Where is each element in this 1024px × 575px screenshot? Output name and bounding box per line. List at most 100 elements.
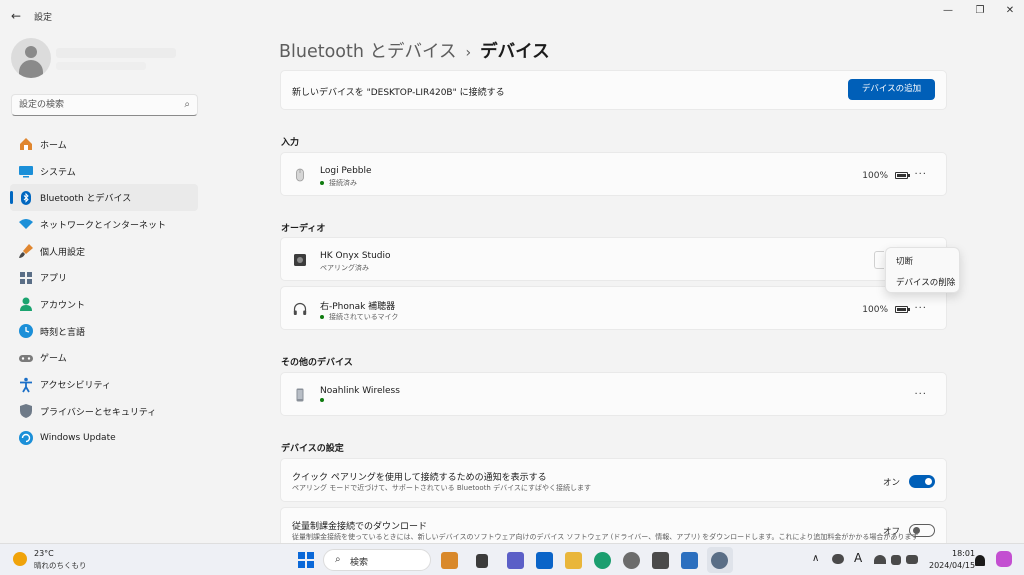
sidebar-item-privacy[interactable]: プライバシーとセキュリティ: [10, 398, 198, 425]
device-icon: [292, 387, 308, 403]
menu-item-disconnect[interactable]: 切断: [896, 255, 913, 267]
more-options-icon[interactable]: ···: [914, 169, 927, 180]
connect-button-partial[interactable]: [874, 251, 884, 269]
battery-tray-icon[interactable]: [906, 555, 918, 564]
device-status: 接続されているマイク: [320, 312, 398, 322]
device-name: Noahlink Wireless: [320, 386, 400, 396]
cloud-icon[interactable]: [832, 554, 844, 564]
taskbar: 23°C 晴れのちくもり ⌕ 検索 ∧ A 18:01 2024/04/15: [0, 543, 1024, 575]
sidebar-nav: ホーム システム Bluetooth とデバイス ネットワークとインターネット …: [10, 131, 198, 451]
battery-icon: [895, 172, 910, 179]
tray-chevron-icon[interactable]: ∧: [812, 553, 819, 564]
back-arrow-icon[interactable]: ←: [9, 9, 23, 23]
ime-icon[interactable]: A: [854, 551, 862, 565]
sidebar-item-home[interactable]: ホーム: [10, 131, 198, 158]
device-status: ペアリング済み: [320, 263, 369, 273]
add-device-card: 新しいデバイスを "DESKTOP-LIR420B" に接続する デバイスの追加: [280, 70, 947, 110]
page-title: デバイス: [480, 42, 550, 62]
metered-download-toggle[interactable]: [909, 524, 935, 537]
settings-search[interactable]: ⌕: [11, 94, 198, 116]
clock-time[interactable]: 18:01: [952, 549, 975, 558]
notification-bell-icon[interactable]: [975, 555, 985, 566]
device-status: [320, 398, 329, 402]
outlook-icon[interactable]: [536, 552, 553, 569]
sidebar-item-apps[interactable]: アプリ: [10, 264, 198, 291]
sidebar-item-network[interactable]: ネットワークとインターネット: [10, 211, 198, 238]
store-icon[interactable]: [681, 552, 698, 569]
briefcase-app-icon[interactable]: [441, 552, 458, 569]
device-status-text: ペアリング済み: [320, 264, 369, 272]
sidebar-item-accounts[interactable]: アカウント: [10, 291, 198, 318]
chrome-icon[interactable]: [623, 552, 640, 569]
sidebar-item-bluetooth[interactable]: Bluetooth とデバイス: [10, 184, 198, 212]
section-settings-heading: デバイスの設定: [281, 444, 344, 454]
windows-start-icon[interactable]: [298, 552, 314, 568]
sidebar-item-accessibility[interactable]: アクセシビリティ: [10, 371, 198, 398]
device-name: HK Onyx Studio: [320, 251, 391, 261]
gaming-icon: [18, 350, 34, 366]
breadcrumb-parent[interactable]: Bluetooth とデバイス: [279, 42, 457, 62]
edge-icon[interactable]: [594, 552, 611, 569]
swift-pair-toggle[interactable]: [909, 475, 935, 488]
more-options-icon[interactable]: ···: [914, 303, 927, 314]
battery-percent: 100%: [862, 305, 888, 315]
setting-description: ペアリング モードで近づけて、サポートされている Bluetooth デバイスに…: [292, 484, 591, 492]
connected-dot: [320, 181, 324, 185]
taskbar-search[interactable]: ⌕ 検索: [323, 549, 431, 571]
setting-swift-pair: クイック ペアリングを使用して接続するための通知を表示する ペアリング モードで…: [280, 458, 947, 502]
volume-icon[interactable]: [891, 555, 901, 565]
apps-icon: [18, 270, 34, 286]
settings-gear-icon[interactable]: [711, 552, 728, 569]
device-card-logi-pebble[interactable]: Logi Pebble 接続済み 100% ···: [280, 152, 947, 196]
more-options-icon[interactable]: ···: [914, 389, 927, 400]
sidebar-item-label: プライバシーとセキュリティ: [40, 407, 157, 418]
shield-icon: [18, 403, 34, 419]
sidebar-item-time-language[interactable]: 時刻と言語: [10, 318, 198, 345]
camera-icon[interactable]: [652, 552, 669, 569]
sidebar-item-label: アカウント: [40, 300, 86, 311]
sidebar-item-personalization[interactable]: 個人用設定: [10, 238, 198, 265]
maximize-icon[interactable]: ❐: [972, 4, 988, 18]
device-card-hk-onyx-studio[interactable]: HK Onyx Studio ペアリング済み: [280, 237, 947, 281]
device-card-noahlink[interactable]: Noahlink Wireless ···: [280, 372, 947, 416]
section-other-heading: その他のデバイス: [281, 358, 353, 368]
speaker-icon: [292, 252, 308, 268]
copilot-icon[interactable]: [996, 551, 1012, 567]
minimize-icon[interactable]: —: [940, 4, 956, 18]
sidebar-item-label: システム: [40, 167, 76, 178]
teams-icon[interactable]: [507, 552, 524, 569]
device-name: Logi Pebble: [320, 166, 372, 176]
section-input-heading: 入力: [281, 138, 300, 148]
weather-description: 晴れのちくもり: [34, 561, 87, 570]
taskbar-search-label: 検索: [350, 558, 369, 568]
close-icon[interactable]: ✕: [1002, 4, 1018, 18]
time-language-icon: [18, 323, 34, 339]
avatar[interactable]: [11, 38, 51, 78]
add-device-button[interactable]: デバイスの追加: [848, 79, 935, 100]
menu-item-remove-device[interactable]: デバイスの削除: [896, 276, 955, 288]
mouse-icon: [292, 167, 308, 183]
sidebar-item-windows-update[interactable]: Windows Update: [10, 425, 198, 452]
accessibility-icon: [18, 377, 34, 393]
bluetooth-icon: [18, 190, 34, 206]
clock-date[interactable]: 2024/04/15: [929, 561, 975, 570]
search-input[interactable]: [19, 98, 169, 112]
battery-icon: [895, 306, 910, 313]
home-icon: [18, 136, 34, 152]
sidebar-item-system[interactable]: システム: [10, 158, 198, 185]
weather-temperature: 23°C: [34, 549, 54, 558]
breadcrumb-separator: ›: [465, 45, 472, 61]
wifi-icon[interactable]: [874, 555, 886, 564]
account-icon: [18, 296, 34, 312]
task-view-icon[interactable]: [476, 554, 488, 568]
update-icon: [18, 430, 34, 446]
network-icon: [18, 216, 34, 232]
connected-dot: [320, 315, 324, 319]
file-explorer-icon[interactable]: [565, 552, 582, 569]
sidebar-item-gaming[interactable]: ゲーム: [10, 345, 198, 372]
setting-title: クイック ペアリングを使用して接続するための通知を表示する: [292, 473, 547, 483]
connected-dot: [320, 398, 324, 402]
device-status: 接続済み: [320, 178, 357, 188]
device-card-phonak[interactable]: 右-Phonak 補聴器 接続されているマイク 100% ···: [280, 286, 947, 330]
weather-icon[interactable]: [13, 552, 27, 566]
